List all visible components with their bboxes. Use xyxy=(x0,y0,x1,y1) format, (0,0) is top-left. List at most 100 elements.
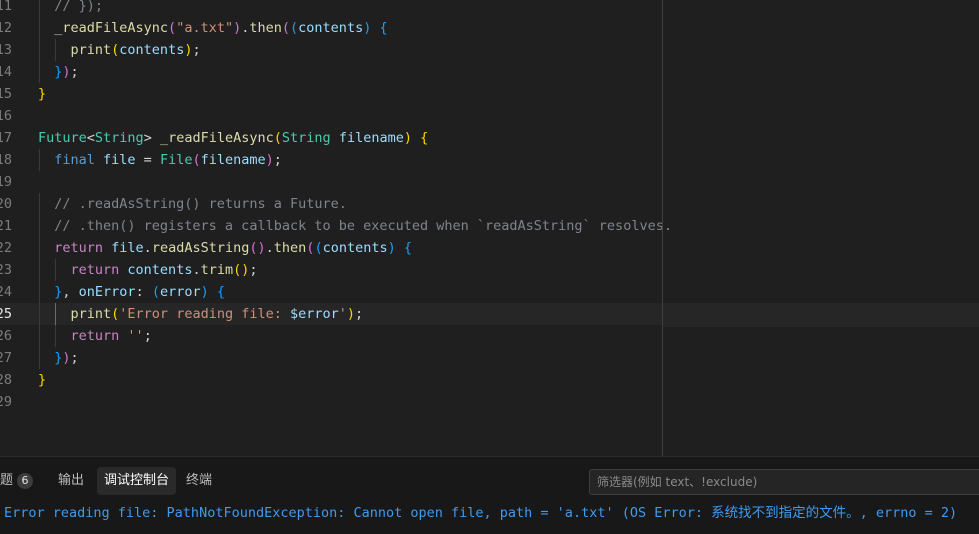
indent-guide xyxy=(39,39,40,61)
code-token: ) xyxy=(403,130,412,146)
code-token: ' xyxy=(338,306,347,322)
code-token: print xyxy=(70,306,112,322)
code-token: return xyxy=(70,328,128,344)
code-line[interactable]: 19 xyxy=(0,171,979,193)
code-line[interactable]: 13 print(contents); xyxy=(0,39,979,61)
code-token: filename xyxy=(200,152,266,168)
code-line[interactable]: 12 _readFileAsync("a.txt").then((contents… xyxy=(0,17,979,39)
line-number: 16 xyxy=(0,108,12,124)
code-line[interactable]: 14}); xyxy=(0,61,979,83)
indent-guide xyxy=(39,347,40,369)
code-token: $error xyxy=(289,306,339,322)
line-number: 15 xyxy=(0,86,12,102)
tab-terminal[interactable]: 终端 xyxy=(180,467,218,495)
code-line[interactable]: 28} xyxy=(0,369,979,391)
code-text: }); xyxy=(54,347,78,369)
indent-guide xyxy=(55,303,57,325)
filter-input[interactable] xyxy=(589,469,979,495)
indent-guide xyxy=(39,303,40,325)
tab-debug-console[interactable]: 调试控制台 xyxy=(97,467,177,495)
code-text: } xyxy=(38,369,46,391)
tab-terminal-label: 终端 xyxy=(186,473,213,488)
code-line[interactable]: 29 xyxy=(0,391,979,413)
indent-guide xyxy=(39,149,40,171)
bottom-panel: 题6 输出 调试控制台 终端 Error reading file: PathN… xyxy=(0,456,979,534)
line-number: 17 xyxy=(0,130,12,146)
code-token: return xyxy=(70,262,128,278)
code-text: // .then() registers a callback to be ex… xyxy=(54,215,672,237)
code-token: ) xyxy=(346,306,356,322)
tab-problems[interactable]: 题6 xyxy=(0,467,39,495)
indent-guide xyxy=(55,39,57,61)
code-line[interactable]: 21 // .then() registers a callback to be … xyxy=(0,215,979,237)
line-number: 24 xyxy=(0,284,12,300)
code-token: contents xyxy=(322,240,388,256)
code-line[interactable]: 24}, onError: (error) { xyxy=(0,281,979,303)
code-token: contents xyxy=(127,262,193,278)
editor-ruler xyxy=(662,0,663,456)
code-text: return contents.trim(); xyxy=(71,259,258,281)
code-token: trim xyxy=(200,262,234,278)
line-number: 23 xyxy=(0,262,12,278)
code-line[interactable]: 26 return ''; xyxy=(0,325,979,347)
code-token: { xyxy=(216,284,226,300)
code-text: }); xyxy=(54,61,78,83)
line-number: 13 xyxy=(0,42,12,58)
code-line[interactable]: 11 // }); xyxy=(0,0,979,17)
code-token: ) xyxy=(257,240,266,256)
code-editor[interactable]: 11// });12_readFileAsync("a.txt").then((… xyxy=(0,0,979,456)
line-number: 19 xyxy=(0,174,12,190)
code-token: ( xyxy=(273,130,282,146)
code-token: ) xyxy=(387,240,396,256)
code-token: file xyxy=(111,240,144,256)
code-token: String xyxy=(281,130,339,146)
line-number: 11 xyxy=(0,0,12,14)
code-line[interactable]: 23 return contents.trim(); xyxy=(0,259,979,281)
code-line[interactable]: 27}); xyxy=(0,347,979,369)
code-token: contents xyxy=(119,42,185,58)
code-token: onError xyxy=(78,284,136,300)
indent-guide xyxy=(39,61,40,83)
code-line[interactable]: 18 final file = File(filename); xyxy=(0,149,979,171)
code-token: File xyxy=(159,152,193,168)
code-token: } xyxy=(38,372,47,388)
code-token: error xyxy=(159,284,201,300)
code-token: { xyxy=(420,130,429,146)
code-token: // }); xyxy=(54,0,104,14)
code-token: ; xyxy=(273,152,282,168)
code-token: . xyxy=(143,240,152,256)
code-text: print(contents); xyxy=(71,39,201,61)
code-line[interactable]: 15} xyxy=(0,83,979,105)
indent-guide xyxy=(55,259,57,281)
code-token: ( xyxy=(290,20,299,36)
tab-output[interactable]: 输出 xyxy=(52,467,90,495)
code-token: < xyxy=(86,130,95,146)
indent-guide xyxy=(39,215,40,237)
code-line[interactable]: 16 xyxy=(0,105,979,127)
code-line[interactable]: 17Future<String> _readFileAsync(String f… xyxy=(0,127,979,149)
code-token: print xyxy=(70,42,112,58)
code-token: ) xyxy=(200,284,209,300)
code-token: ; xyxy=(355,306,364,322)
code-token: readAsString xyxy=(151,240,250,256)
code-text: print('Error reading file: $error'); xyxy=(71,303,364,325)
code-token: then xyxy=(249,20,282,36)
indent-guide xyxy=(39,281,40,303)
indent-guide xyxy=(55,325,57,347)
code-token: ; xyxy=(70,64,79,80)
line-number: 18 xyxy=(0,152,12,168)
code-line[interactable]: 22return file.readAsString().then((conte… xyxy=(0,237,979,259)
code-text: // }); xyxy=(54,0,103,17)
code-token: contents xyxy=(298,20,364,36)
code-token: ( xyxy=(168,20,177,36)
code-token: ) xyxy=(62,64,71,80)
code-token: ; xyxy=(249,262,258,278)
code-token: > xyxy=(143,130,160,146)
code-token: ( xyxy=(314,240,323,256)
code-line[interactable]: 20 // .readAsString() returns a Future. xyxy=(0,193,979,215)
code-line[interactable]: 25 print('Error reading file: $error'); xyxy=(0,303,979,325)
debug-output-line[interactable]: Error reading file: PathNotFoundExceptio… xyxy=(4,503,957,523)
tab-problems-label: 题 xyxy=(0,473,14,488)
indent-guide xyxy=(39,259,40,281)
